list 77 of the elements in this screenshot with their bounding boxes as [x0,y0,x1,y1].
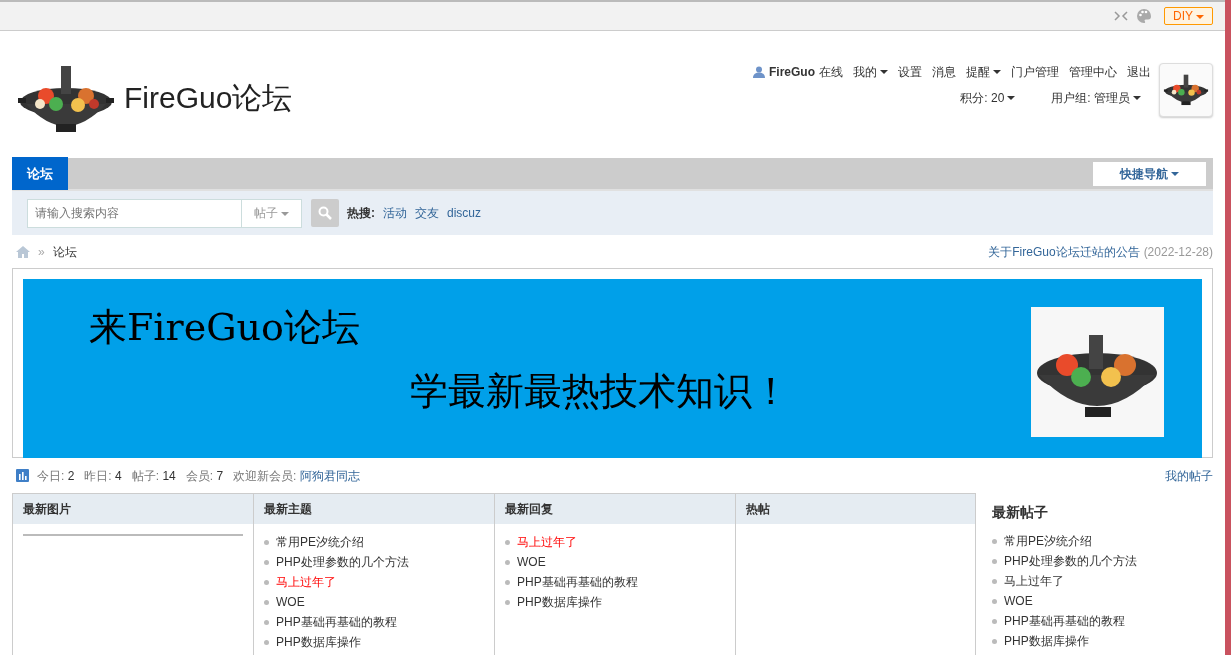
panel-header: 最新回复 [495,494,735,524]
thread-link[interactable]: PHP数据库操作 [276,632,361,652]
search-field[interactable]: 请输入搜索内容 [27,198,241,228]
hot-search-label: 热搜: [347,205,375,222]
thread-link[interactable]: PHP处理参数的几个方法 [276,552,409,572]
bullet-icon [505,559,510,565]
search-button[interactable] [311,199,339,227]
stat-text: 帖子: 14 [131,467,176,485]
site-title[interactable]: FireGuo论坛 [124,75,293,120]
bullet-icon [264,619,269,625]
user-group-link[interactable]: 用户组: 管理员 [1051,88,1141,107]
bullet-icon [992,578,997,584]
thread-link[interactable]: PHP处理参数的几个方法 [1004,551,1137,571]
bullet-icon [264,559,269,565]
user-icon [753,65,765,78]
thread-link[interactable]: 马上过年了 [276,572,336,592]
nav-tab[interactable]: 论坛 [12,157,68,190]
online-status: 在线 [819,63,843,81]
chart-icon [16,469,29,482]
credits-link[interactable]: 积分: 20 [960,88,1016,107]
notice-link[interactable]: 关于FireGuo论坛迁站的公告 [988,244,1140,259]
avatar[interactable] [1159,62,1213,117]
user-menu-link[interactable]: 管理中心 [1069,62,1117,81]
palette-icon[interactable] [1136,8,1152,24]
welcome-label: 欢迎新会员: [233,467,297,485]
collapse-icon[interactable] [1114,11,1128,21]
thread-link[interactable]: 常用PE汐统介绍 [1004,531,1092,551]
thread-link[interactable]: WOE [276,592,305,612]
bullet-icon [992,598,997,604]
thread-link[interactable]: WOE [1004,591,1033,611]
hot-search-link[interactable]: discuz [447,204,481,222]
thread-link[interactable]: PHP数据库操作 [517,592,602,612]
home-icon[interactable] [16,245,30,258]
quick-nav-button[interactable]: 快捷导航 [1093,161,1206,186]
stat-text: 昨日: 4 [84,467,122,485]
bullet-icon [264,599,269,605]
thread-link[interactable]: 马上过年了 [1004,571,1064,591]
thread-link[interactable]: PHP基础再基础的教程 [517,572,638,592]
bullet-icon [264,539,269,545]
stat-text: 今日: 2 [37,467,75,485]
new-member-link[interactable]: 阿狗君同志 [300,466,361,485]
thread-link[interactable]: PHP数据库操作 [1004,631,1089,651]
user-name-link[interactable]: FireGuo [769,62,815,81]
bullet-icon [992,538,997,544]
user-menu-link[interactable]: 消息 [932,62,956,81]
bullet-icon [505,599,510,605]
hot-search-link[interactable]: 活动 [383,204,407,222]
thread-link[interactable]: PHP基础再基础的教程 [276,612,397,632]
bullet-icon [992,638,997,644]
sidebar-title: 最新帖子 [992,503,1049,522]
search-icon [318,206,332,220]
bullet-icon [264,639,269,645]
user-menu-link[interactable]: 提醒 [966,62,1001,81]
bullet-icon [505,539,510,545]
stat-text: 会员: 7 [185,467,224,485]
thread-link[interactable]: 马上过年了 [517,532,577,552]
panel-header: 最新主题 [254,494,494,524]
banner-headline: 来FireGuo论坛 [89,304,360,351]
bullet-icon [992,558,997,564]
thread-link[interactable]: PHP基础再基础的教程 [1004,611,1125,631]
banner-slogan: 学最新最热技术知识！ [410,369,790,414]
thread-link[interactable]: 常用PE汐统介绍 [276,532,364,552]
thread-link[interactable]: WOE [517,552,546,572]
user-menu-link[interactable]: 设置 [898,62,922,81]
panel-header: 热帖 [736,494,975,524]
breadcrumb-separator: » [38,243,45,261]
bullet-icon [992,618,997,624]
breadcrumb-link[interactable]: 论坛 [52,242,77,261]
bullet-icon [505,579,510,585]
my-posts-link[interactable]: 我的帖子 [1165,466,1213,485]
user-menu-link[interactable]: 门户管理 [1011,62,1059,81]
bullet-icon [264,579,269,585]
user-menu-link[interactable]: 我的 [853,62,888,81]
panel-header: 最新图片 [13,494,253,524]
user-menu-link[interactable]: 退出 [1127,62,1151,81]
notice-date: (2022-12-28) [1143,244,1213,259]
hot-search-link[interactable]: 交友 [415,204,439,222]
